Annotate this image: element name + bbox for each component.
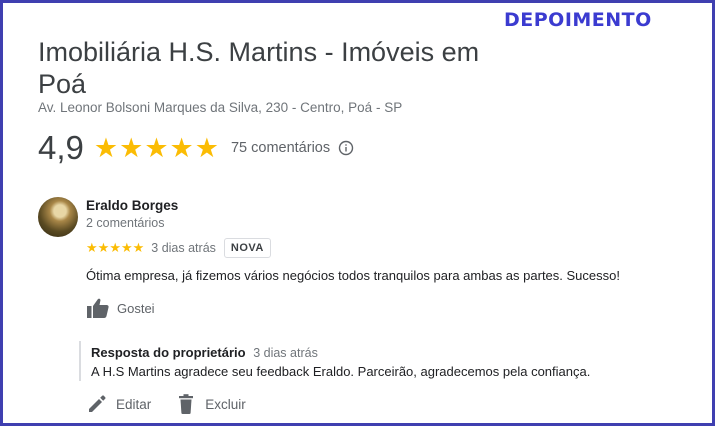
review-text: Ótima empresa, já fizemos vários negócio…: [86, 268, 620, 283]
edit-label: Editar: [116, 396, 152, 412]
star-icon: ★: [169, 133, 194, 163]
reply-actions: Editar Excluir: [86, 393, 270, 415]
star-icon: ★: [132, 240, 145, 255]
reply-header: Resposta do proprietário 3 dias atrás: [91, 345, 651, 360]
new-badge: NOVA: [223, 238, 271, 258]
edit-button[interactable]: Editar: [86, 393, 151, 415]
review-meta: ★ ★ ★ ★ ★ 3 dias atrás NOVA: [86, 238, 271, 258]
trash-icon: [179, 394, 194, 414]
thumbs-up-icon: [87, 298, 109, 318]
like-button[interactable]: Gostei: [86, 297, 155, 319]
owner-reply: Resposta do proprietário 3 dias atrás A …: [79, 341, 651, 381]
reply-owner-label: Resposta do proprietário: [91, 345, 246, 360]
review-date: 3 dias atrás: [151, 241, 216, 255]
pencil-icon: [89, 395, 106, 412]
star-icon: ★: [144, 133, 169, 163]
business-name: Imobiliária H.S. Martins - Imóveis em Po…: [38, 37, 480, 99]
delete-label: Excluir: [205, 396, 246, 412]
rating-stars: ★ ★ ★ ★ ★: [94, 133, 219, 163]
business-address: Av. Leonor Bolsoni Marques da Silva, 230…: [38, 100, 403, 115]
reply-date: 3 dias atrás: [253, 346, 318, 360]
star-icon: ★: [109, 240, 121, 255]
info-icon[interactable]: [338, 140, 354, 156]
star-icon: ★: [93, 133, 119, 163]
star-icon: ★: [119, 133, 144, 163]
review-author[interactable]: Eraldo Borges: [86, 198, 178, 213]
reply-text: A H.S Martins agradece seu feedback Eral…: [91, 364, 591, 379]
star-icon: ★: [86, 240, 98, 255]
star-icon: ★: [120, 240, 133, 255]
author-review-count: 2 comentários: [86, 216, 165, 230]
review-stars: ★ ★ ★ ★ ★: [86, 241, 144, 255]
delete-button[interactable]: Excluir: [175, 393, 246, 415]
reviews-count-link[interactable]: 75 comentários: [231, 140, 330, 156]
rating-value: 4,9: [38, 129, 84, 166]
avatar[interactable]: [38, 197, 78, 237]
star-icon: ★: [194, 133, 219, 163]
like-label: Gostei: [117, 300, 155, 316]
depoimento-tag: DEPOIMENTO: [504, 9, 652, 31]
star-icon: ★: [97, 240, 110, 255]
rating-summary: 4,9 ★ ★ ★ ★ ★ 75 comentários: [38, 128, 354, 168]
